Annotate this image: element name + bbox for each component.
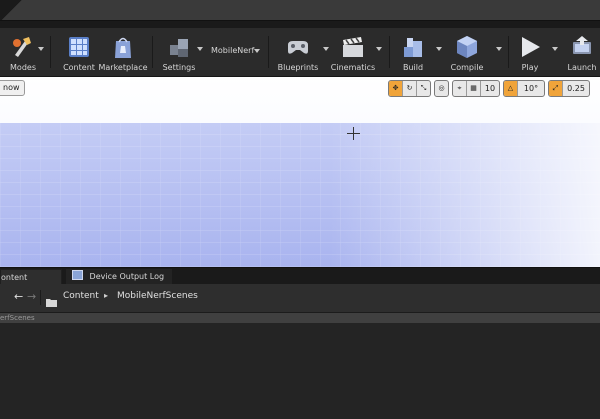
launch-icon	[568, 33, 596, 61]
platform-label[interactable]: MobileNerf	[211, 46, 254, 55]
scale-snap-icon[interactable]: ⤢	[549, 80, 563, 96]
breadcrumb-content[interactable]: Content	[63, 291, 99, 301]
build-blocks-icon	[399, 33, 427, 61]
bottom-panel-tabs: ontent Browser Device Output Log	[0, 267, 600, 297]
cinematics-dropdown-arrow[interactable]	[376, 47, 382, 51]
rotate-icon[interactable]: ↻	[403, 80, 417, 96]
folder-header-label: erfScenes	[0, 314, 35, 322]
blueprints-dropdown-arrow[interactable]	[323, 47, 329, 51]
tab-device-output-log[interactable]: Device Output Log	[66, 269, 172, 284]
separator	[389, 36, 390, 68]
window-tab-strip	[0, 0, 600, 28]
level-viewport[interactable]: now ✥ ↻ ⤡ ◎ ⌖ ▦ 10 △ 10° ⤢ 0.25	[0, 77, 600, 267]
compile-dropdown-arrow[interactable]	[496, 47, 502, 51]
modes-icon	[9, 33, 37, 61]
viewport-grid	[0, 123, 600, 267]
forward-arrow-icon[interactable]: →	[27, 290, 36, 303]
play-dropdown-arrow[interactable]	[552, 47, 558, 51]
marketplace-label: Marketplace	[98, 63, 148, 72]
device-output-log-icon	[72, 270, 83, 280]
scale-icon[interactable]: ⤡	[417, 81, 430, 96]
cinematics-clapper-icon	[339, 33, 367, 61]
tab-device-output-log-label: Device Output Log	[89, 272, 165, 281]
level-tab[interactable]	[0, 0, 600, 21]
cinematics-label: Cinematics	[330, 63, 376, 72]
play-button[interactable]: Play	[514, 28, 546, 76]
grid-snap-value[interactable]: 10	[481, 81, 499, 96]
marketplace-button[interactable]: Marketplace	[98, 28, 148, 76]
viewport-options-button[interactable]: now	[0, 80, 25, 96]
transform-mode-group: ✥ ↻ ⤡	[388, 79, 431, 97]
surface-snap-icon[interactable]: ⌖	[453, 80, 467, 96]
build-dropdown-arrow[interactable]	[436, 47, 442, 51]
rotation-snap-group: △ 10°	[503, 79, 545, 97]
compile-label: Compile	[450, 63, 484, 72]
separator	[268, 36, 269, 68]
content-label: Content	[63, 63, 95, 72]
back-arrow-icon[interactable]: ←	[14, 290, 23, 303]
breadcrumb-mobilenerfscenes[interactable]: MobileNerfScenes	[117, 291, 198, 301]
play-icon	[516, 33, 544, 61]
modes-button[interactable]: Modes	[6, 28, 40, 76]
blueprints-label: Blueprints	[277, 63, 319, 72]
tab-edge	[0, 0, 24, 20]
separator	[40, 290, 41, 305]
settings-button[interactable]: Settings	[160, 28, 198, 76]
breadcrumb-chevron-icon[interactable]: ▸	[104, 291, 108, 300]
settings-label: Settings	[162, 63, 196, 72]
coordinate-space-group: ◎	[434, 79, 449, 97]
settings-cubes-icon	[165, 33, 193, 61]
launch-button[interactable]: Launch	[564, 28, 600, 76]
main-toolbar: Modes Content Marketplace Settings Mobil…	[0, 28, 600, 77]
scale-snap-group: ⤢ 0.25	[548, 79, 590, 97]
modes-label: Modes	[10, 63, 36, 72]
play-label: Play	[521, 63, 539, 72]
surface-snap-group: ⌖ ▦ 10	[452, 79, 500, 97]
compile-cube-icon	[453, 33, 481, 61]
asset-view[interactable]	[0, 323, 600, 419]
tab-content-browser[interactable]: ontent Browser	[0, 269, 62, 297]
folder-header: erfScenes	[0, 313, 600, 323]
modes-dropdown-arrow[interactable]	[38, 47, 44, 51]
settings-dropdown-arrow[interactable]	[197, 47, 203, 51]
content-browser-path-bar: ← → Content ▸ MobileNerfScenes	[0, 284, 600, 313]
world-space-globe-icon[interactable]: ◎	[435, 81, 448, 96]
marketplace-bag-icon	[109, 33, 137, 61]
cinematics-button[interactable]: Cinematics	[330, 28, 376, 76]
build-button[interactable]: Build	[396, 28, 430, 76]
grid-snap-icon[interactable]: ▦	[467, 80, 481, 96]
separator	[50, 36, 51, 68]
separator	[152, 36, 153, 68]
compile-button[interactable]: Compile	[448, 28, 486, 76]
blueprints-button[interactable]: Blueprints	[276, 28, 320, 76]
rotation-snap-icon[interactable]: △	[504, 80, 518, 96]
launch-label: Launch	[567, 63, 597, 72]
content-button[interactable]: Content	[60, 28, 98, 76]
crosshair-icon	[347, 127, 360, 140]
rotation-snap-value[interactable]: 10°	[518, 81, 544, 96]
transform-tools: ✥ ↻ ⤡ ◎ ⌖ ▦ 10 △ 10° ⤢ 0.25	[388, 79, 593, 97]
scale-snap-value[interactable]: 0.25	[563, 81, 589, 96]
platform-dropdown-arrow[interactable]	[254, 49, 260, 53]
separator	[508, 36, 509, 68]
folder-icon	[46, 292, 57, 311]
build-label: Build	[402, 63, 424, 72]
blueprints-controller-icon	[284, 33, 312, 61]
content-grid-icon	[65, 33, 93, 61]
translate-icon[interactable]: ✥	[389, 80, 403, 96]
